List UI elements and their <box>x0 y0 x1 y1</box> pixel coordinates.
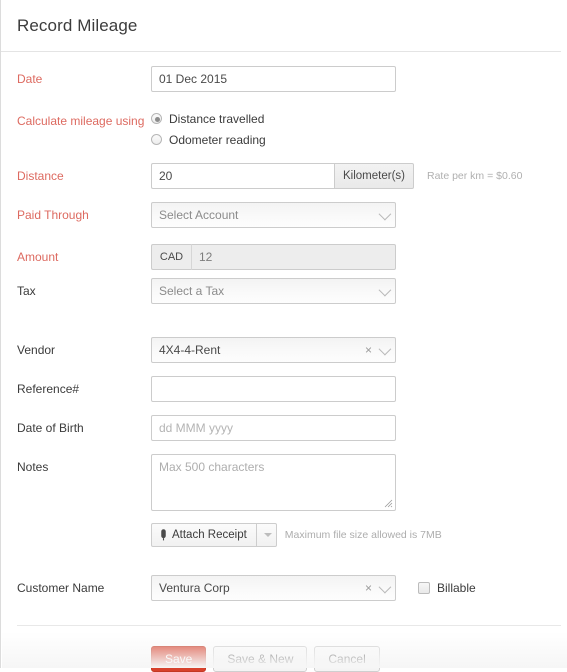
field-amount: CAD 12 <box>151 244 567 270</box>
field-date-of-birth <box>151 415 567 441</box>
billable-label: Billable <box>437 581 476 595</box>
paid-through-value: Select Account <box>159 208 239 222</box>
radio-label-odometer-reading: Odometer reading <box>169 132 266 147</box>
field-row-paid-through: Paid Through Select Account <box>1 202 567 228</box>
distance-combo: Kilometer(s) Rate per km = $0.60 <box>151 163 567 189</box>
tax-value: Select a Tax <box>159 284 225 298</box>
field-customer-name: Ventura Corp × Billable <box>151 575 567 601</box>
caret-down-icon <box>264 533 273 537</box>
field-row-date: Date <box>1 66 567 92</box>
label-paid-through: Paid Through <box>17 208 89 222</box>
cancel-button[interactable]: Cancel <box>314 646 380 672</box>
billable-checkbox[interactable] <box>418 582 430 594</box>
radio-option-odometer-reading[interactable]: Odometer reading <box>151 129 567 150</box>
date-input[interactable] <box>151 66 396 92</box>
record-mileage-page: Record Mileage Date Calculate mileage us… <box>0 0 567 672</box>
reference-input[interactable] <box>151 376 396 402</box>
customer-name-select[interactable]: Ventura Corp × <box>151 575 396 601</box>
field-row-vendor: Vendor 4X4-4-Rent × <box>1 337 567 363</box>
label-customer-name: Customer Name <box>17 581 105 595</box>
label-date-of-birth: Date of Birth <box>17 421 84 435</box>
chevron-down-icon[interactable] <box>378 342 392 355</box>
amount-group: CAD 12 <box>151 244 396 270</box>
radio-option-distance-travelled[interactable]: Distance travelled <box>151 108 567 129</box>
field-paid-through: Select Account <box>151 202 567 228</box>
attach-receipt-label: Attach Receipt <box>172 529 247 541</box>
radio-odometer-reading-icon[interactable] <box>151 134 162 145</box>
label-notes: Notes <box>17 460 49 474</box>
chevron-down-icon[interactable] <box>378 580 392 593</box>
vendor-select[interactable]: 4X4-4-Rent × <box>151 337 396 363</box>
field-vendor: 4X4-4-Rent × <box>151 337 567 363</box>
field-distance: Kilometer(s) Rate per km = $0.60 <box>151 163 567 189</box>
field-row-date-of-birth: Date of Birth <box>1 415 567 441</box>
field-calculate-using: Distance travelled Odometer reading <box>151 108 567 150</box>
field-reference <box>151 376 567 402</box>
field-row-notes: Notes Max 500 characters Attach Receipt … <box>1 454 567 547</box>
field-date <box>151 66 567 92</box>
paperclip-icon <box>159 529 168 541</box>
notes-textarea[interactable] <box>151 454 396 511</box>
amount-value: 12 <box>192 244 396 270</box>
page-title: Record Mileage <box>17 15 138 35</box>
distance-rate-hint: Rate per km = $0.60 <box>426 170 523 182</box>
clear-vendor-icon[interactable]: × <box>363 344 374 356</box>
field-row-distance: Distance Kilometer(s) Rate per km = $0.6… <box>1 163 567 189</box>
label-tax: Tax <box>17 284 36 298</box>
field-row-customer-name: Customer Name Ventura Corp × Billable <box>1 575 567 601</box>
label-reference: Reference# <box>17 382 80 396</box>
radio-label-distance-travelled: Distance travelled <box>169 111 265 126</box>
label-calculate-using: Calculate mileage using <box>17 114 145 128</box>
tax-select[interactable]: Select a Tax <box>151 278 396 304</box>
field-tax: Select a Tax <box>151 278 567 304</box>
save-and-new-button[interactable]: Save & New <box>213 646 308 672</box>
customer-name-value: Ventura Corp <box>159 581 230 595</box>
chevron-down-icon[interactable] <box>378 207 392 220</box>
attachment-size-hint: Maximum file size allowed is 7MB <box>284 529 442 541</box>
date-of-birth-input[interactable] <box>151 415 396 441</box>
save-button[interactable]: Save <box>151 646 207 672</box>
distance-input[interactable] <box>151 163 334 189</box>
attach-receipt-dropdown[interactable] <box>256 523 277 547</box>
form-actions: Save Save & New Cancel <box>1 646 567 672</box>
radio-distance-travelled-icon[interactable] <box>151 113 162 124</box>
attachment-row: Attach Receipt Maximum file size allowed… <box>151 523 567 547</box>
label-amount: Amount <box>17 250 59 264</box>
clear-customer-name-icon[interactable]: × <box>363 582 374 594</box>
field-row-reference: Reference# <box>1 376 567 402</box>
attach-receipt-button[interactable]: Attach Receipt <box>151 523 257 547</box>
distance-unit-button[interactable]: Kilometer(s) <box>334 163 414 189</box>
vendor-value: 4X4-4-Rent <box>159 343 221 357</box>
field-row-tax: Tax Select a Tax <box>1 278 567 304</box>
label-distance: Distance <box>17 169 64 183</box>
field-row-calculate-using: Calculate mileage using Distance travell… <box>1 108 567 150</box>
paid-through-select[interactable]: Select Account <box>151 202 396 228</box>
record-mileage-form: Date Calculate mileage using Distance tr… <box>1 52 567 672</box>
amount-currency-prefix: CAD <box>151 244 192 270</box>
label-vendor: Vendor <box>17 343 56 357</box>
notes-wrap <box>151 454 396 511</box>
chevron-down-icon[interactable] <box>378 283 392 296</box>
page-header: Record Mileage <box>1 0 561 52</box>
field-notes: Attach Receipt Maximum file size allowed… <box>151 454 567 547</box>
billable-checkbox-group[interactable]: Billable <box>418 581 476 595</box>
label-date: Date <box>17 72 43 86</box>
field-row-amount: Amount CAD 12 <box>1 244 567 270</box>
footer-divider <box>17 625 561 626</box>
